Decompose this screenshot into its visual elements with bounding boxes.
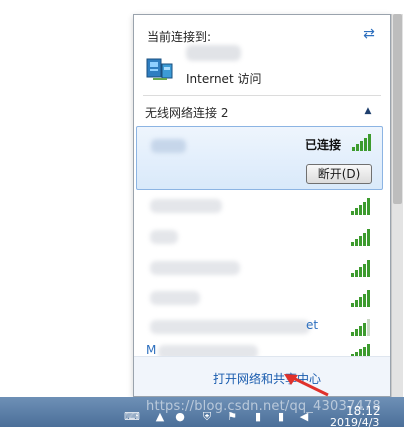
signal-icon	[351, 229, 371, 246]
network-name-blurred	[186, 45, 241, 61]
network-name-blurred	[150, 261, 240, 275]
watermark: https://blog.csdn.net/qq_43037478	[146, 399, 381, 414]
scrollbar[interactable]	[391, 14, 403, 397]
selected-network-name-blurred	[151, 139, 186, 153]
network-name-tail: et	[306, 318, 319, 332]
internet-access-text: Internet 访问	[186, 72, 262, 86]
section-title: 无线网络连接 2	[145, 106, 229, 120]
collapse-icon[interactable]: ▲	[362, 105, 374, 117]
signal-icon	[351, 290, 371, 307]
selected-network[interactable]: 已连接 断开(D)	[136, 126, 383, 190]
network-icon	[146, 58, 173, 80]
signal-icon	[351, 319, 371, 336]
popup-footer: 打开网络和共享中心	[134, 356, 390, 396]
network-name-blurred	[150, 320, 310, 334]
arrow-icon	[284, 374, 329, 397]
list-item[interactable]	[136, 222, 383, 252]
network-name-blurred	[150, 230, 178, 244]
list-item[interactable]	[136, 191, 383, 221]
network-popup: 当前连接到: ⇄ Internet 访问 无线网络连接 2 ▲ 已连接 断开(D…	[133, 14, 391, 397]
refresh-icon[interactable]: ⇄	[361, 26, 377, 42]
connection-status: 已连接	[305, 138, 342, 152]
signal-icon	[351, 260, 371, 277]
list-item[interactable]	[136, 253, 383, 283]
network-name-blurred	[150, 291, 200, 305]
list-item[interactable]: M	[136, 341, 383, 359]
keyboard-icon[interactable]: ⌨	[124, 410, 140, 424]
network-name-tail: M	[146, 343, 157, 357]
disconnect-button[interactable]: 断开(D)	[306, 164, 372, 184]
list-item[interactable]	[136, 283, 383, 313]
network-name-blurred	[150, 199, 222, 213]
signal-icon	[351, 198, 371, 215]
divider	[143, 95, 381, 96]
list-item[interactable]: et	[136, 312, 383, 342]
signal-icon	[352, 134, 372, 151]
clock-date: 2019/4/3	[330, 416, 380, 429]
scrollbar-thumb[interactable]	[393, 14, 402, 204]
popup-header-title: 当前连接到:	[147, 30, 212, 44]
